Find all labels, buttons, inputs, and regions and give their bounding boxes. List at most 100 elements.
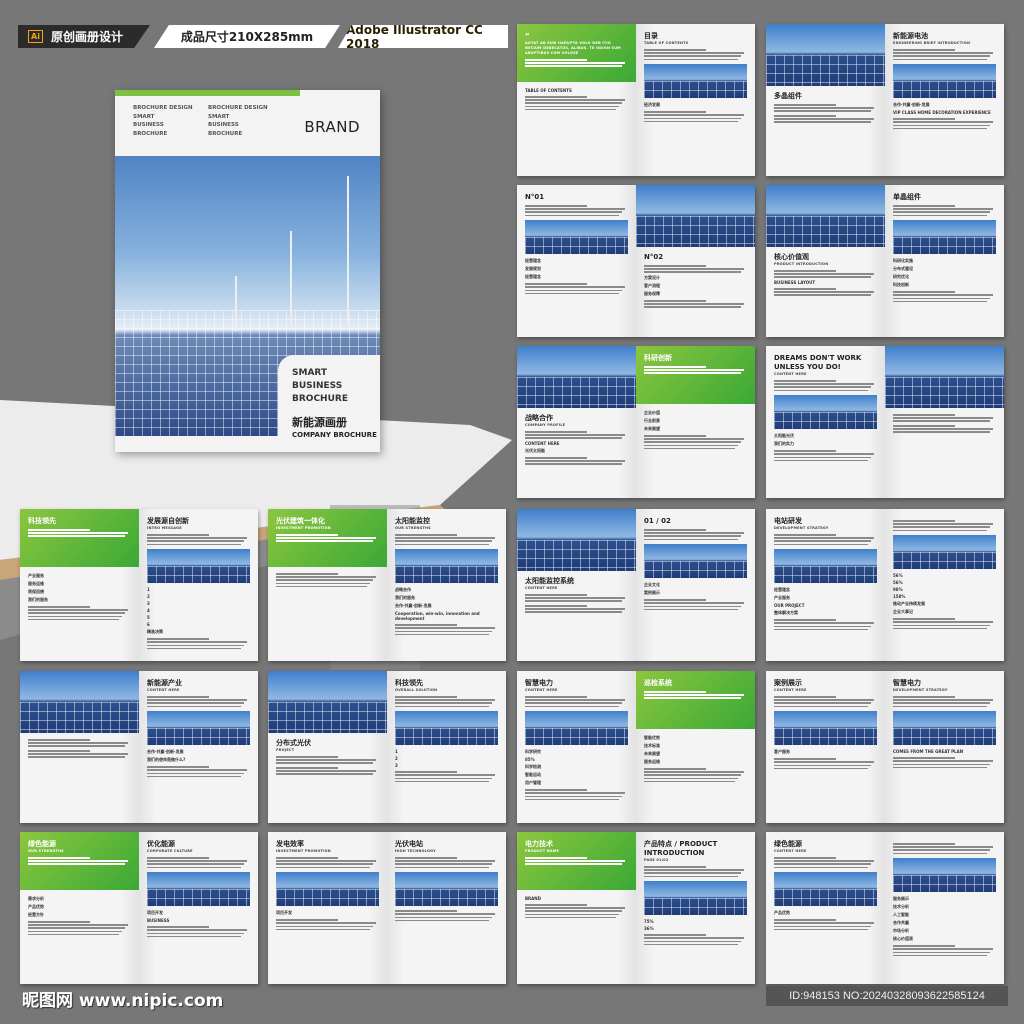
text-placeholder (525, 604, 628, 613)
text-placeholder (525, 594, 628, 602)
page-item: 未来展望 (644, 426, 660, 431)
page-item: 项目开发 (147, 910, 163, 916)
page-left: 电站研发 DEVELOPMENT STRATEGY 经营理念 产业服务 OUR PROJ… (766, 509, 885, 661)
text-placeholder (774, 696, 877, 708)
green-header-block: 科研创新 (636, 346, 755, 404)
page-item: 3 (395, 763, 398, 769)
page-title: N°02 (644, 253, 664, 261)
page-subtitle: OVERALL SOLUTION (395, 688, 438, 692)
text-placeholder (276, 919, 379, 931)
brochure-spread: N°01 经营理念 发展规划 经营理念 N°02 方案设计 客户流程 服务保障 (517, 185, 755, 337)
text-placeholder (644, 49, 747, 61)
page-item: 企业文化 (644, 582, 660, 588)
page-subtitle: INTRO MESSAGE (147, 526, 182, 530)
page-item: 市场分析 (893, 928, 909, 934)
page-title: 新能源产业 (147, 679, 182, 687)
page-left: 电力技术 PRODUCT NAME BRAND (517, 832, 636, 984)
page-left: 核心价值观 PRODUCT INTRODUCTION BUSINESS LAYOUT (766, 185, 885, 337)
text-placeholder (893, 618, 996, 630)
page-title: 电力技术 (525, 840, 553, 848)
page-right: 新能源产业 CONTENT HERE 合作·共赢·创新·发展 我们的使命是做什么? (139, 671, 258, 823)
text-placeholder (774, 287, 877, 296)
page-right: 产品特点 / PRODUCT INTRODUCTION PAGE 01/02 75%… (636, 832, 755, 984)
page-item: 合作·共赢·创新·发展 (893, 102, 930, 108)
text-placeholder (525, 431, 628, 439)
image-id-label: ID:948153 NO:20240328093622585124 (766, 986, 1008, 1006)
page-item: 客户流程 (644, 282, 660, 288)
text-placeholder (147, 857, 250, 869)
text-placeholder (395, 696, 498, 708)
page-item: 服务展示 (893, 896, 909, 902)
brochure-spread: 科技领先 产业服务 服务运维 质保回馈 我们的服务 发展源自创新 INTRO MESSAGE… (20, 509, 258, 661)
page-item: 行业前景 (644, 418, 660, 423)
page-right: 智慧电力 DEVELOPMENT STRATEGY COMES FROM THE G… (885, 671, 1004, 823)
page-item: 发展规划 (525, 266, 541, 272)
page-left: DREAMS DON'T WORK UNLESS YOU DO! CONTENT … (766, 346, 885, 498)
page-subtitle: CORPORATE CULTURE (147, 849, 193, 853)
page-left: 分布式光伏 PROJECT (268, 671, 387, 823)
text-placeholder (774, 104, 877, 112)
text-placeholder (644, 691, 747, 699)
page-title: N°01 (525, 193, 545, 201)
text-placeholder (28, 857, 131, 865)
page-left (20, 671, 139, 823)
page-title: 目录 (644, 32, 658, 40)
page-subtitle: INVESTMENT PROMOTION (276, 526, 331, 530)
brochure-spread: DREAMS DON'T WORK UNLESS YOU DO! CONTENT … (766, 346, 1004, 498)
page-item: 4 (147, 608, 150, 614)
page-title: 绿色能源 (774, 840, 802, 848)
page-item: 分布式建设 (893, 266, 913, 272)
brochure-cover: BROCHURE DESIGN SMART BUSINESS BROCHURE BRO… (115, 90, 380, 452)
page-right: 01 / 02 企业文化 案例展示 (636, 509, 755, 661)
page-right: 发展源自创新 INTRO MESSAGE 1 2 3 4 5 6 精准决策 (139, 509, 258, 661)
page-item: CONTENT HERE (525, 440, 560, 446)
text-placeholder (525, 789, 628, 801)
text-placeholder (28, 529, 131, 537)
green-header-block: 绿色能源 OUR STRENGTHS (20, 832, 139, 890)
text-placeholder (276, 573, 379, 588)
page-subtitle: ENGINEERING BRIEF INTRODUCTION (893, 41, 971, 45)
text-placeholder (893, 520, 996, 532)
page-title: 新能源电池 (893, 32, 928, 40)
photo-solar-panels (395, 872, 498, 907)
page-item: 企业大事记 (893, 609, 913, 615)
photo-solar-panels (147, 872, 250, 907)
page-item: 战略合作 (395, 587, 411, 593)
cover-header-col2: BROCHURE DESIGN SMART BUSINESS BROCHURE (208, 105, 268, 137)
page-right (885, 346, 1004, 498)
page-subtitle: CONTENT HERE (525, 586, 558, 590)
page-title: 产品特点 / PRODUCT INTRODUCTION (644, 840, 718, 857)
page-subtitle: OUR STRENGTHS (28, 849, 64, 853)
page-title: 太阳能监控 (395, 517, 430, 525)
text-placeholder (774, 619, 877, 631)
photo-solar-panels (644, 881, 747, 916)
page-item: BUSINESS (147, 918, 170, 924)
text-placeholder (774, 919, 877, 931)
page-item: 2 (395, 756, 398, 762)
page-right: N°02 方案设计 客户流程 服务保障 (636, 185, 755, 337)
text-placeholder (774, 450, 877, 462)
page-subtitle: PRODUCT INTRODUCTION (774, 262, 829, 266)
brochure-spread: 案例展示 CONTENT HERE 客户服务 智慧电力 DEVELOPMENT STRA… (766, 671, 1004, 823)
photo-solar-panels (774, 395, 877, 430)
page-item: 98% (893, 587, 903, 593)
text-placeholder (276, 766, 379, 775)
page-title: 战略合作 (525, 414, 553, 422)
page-right: 新能源电池 ENGINEERING BRIEF INTRODUCTION 合作·共赢… (885, 24, 1004, 176)
page-item: 光伏太阳能 (525, 447, 545, 453)
text-placeholder (28, 739, 131, 747)
page-item: 需求分析 (28, 896, 44, 901)
page-item: 科学研究 (525, 749, 541, 755)
page-item: 技术分析 (893, 904, 909, 910)
page-item: 技术标准 (644, 743, 660, 748)
photo-solar-panels (893, 535, 996, 570)
text-placeholder (525, 59, 628, 67)
page-item: 6 (147, 622, 150, 628)
text-placeholder (644, 111, 747, 123)
page-item: 方案设计 (644, 274, 660, 280)
text-placeholder (893, 696, 996, 708)
page-item: 36% (644, 926, 654, 932)
photo-solar-panels (517, 509, 636, 571)
photo-solar-panels (20, 671, 139, 733)
text-placeholder (28, 921, 131, 936)
